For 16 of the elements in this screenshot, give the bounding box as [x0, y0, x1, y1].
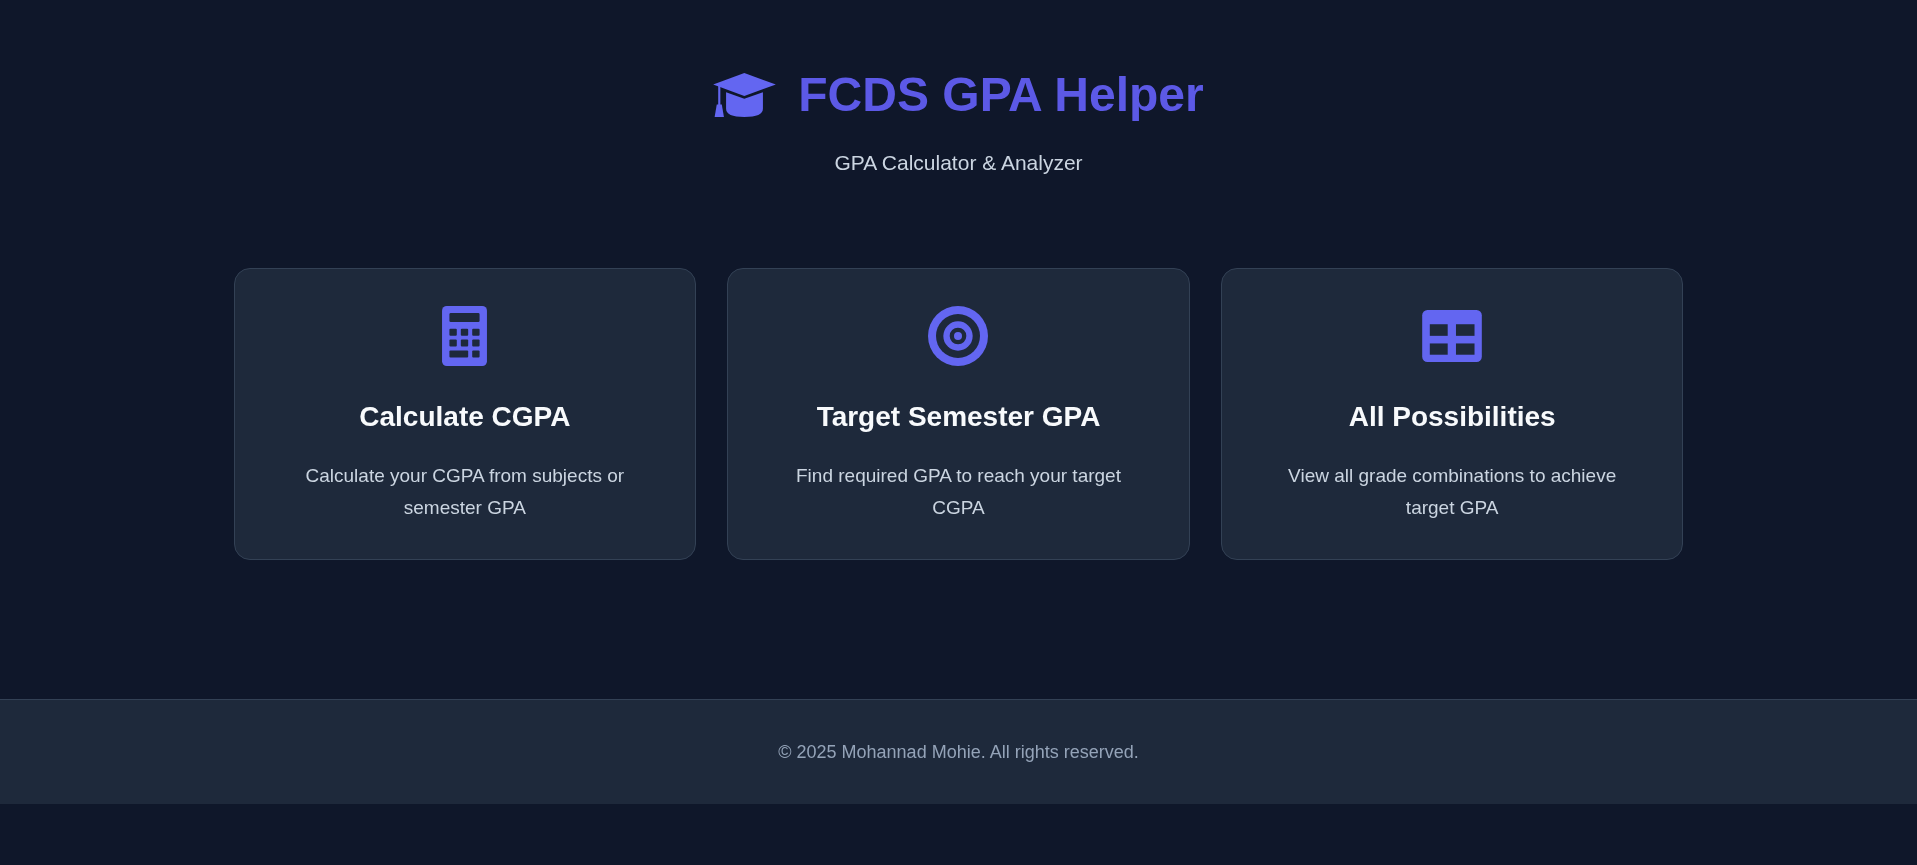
- card-description: Find required GPA to reach your target CGPA: [795, 463, 1122, 520]
- feature-card[interactable]: All Possibilities View all grade combinations to achieve target GPA: [1220, 268, 1684, 560]
- card-description: Calculate your CGPA from subjects or semester GPA: [304, 463, 626, 520]
- copyright-text: © 2025 Mohannad Mohie. All rights reserved.: [777, 740, 1140, 764]
- card-description: View all grade combinations to achieve target GPA: [1287, 463, 1618, 520]
- table-icon: [1422, 310, 1483, 362]
- app-subtitle: GPA Calculator & Analyzer: [833, 150, 1084, 176]
- graduation-cap-icon: [713, 73, 777, 117]
- card-title: Calculate CGPA: [358, 400, 572, 434]
- feature-card[interactable]: Target Semester GPA Find required GPA to reach your target CGPA: [727, 268, 1190, 560]
- app-title: FCDS GPA Helper: [798, 67, 1204, 123]
- card-title: All Possibilities: [1347, 400, 1557, 434]
- card-title: Target Semester GPA: [815, 400, 1102, 434]
- calculator-icon: [442, 306, 488, 366]
- target-icon: [928, 306, 989, 366]
- feature-card[interactable]: Calculate CGPA Calculate your CGPA from subjects or semester GPA: [233, 268, 697, 560]
